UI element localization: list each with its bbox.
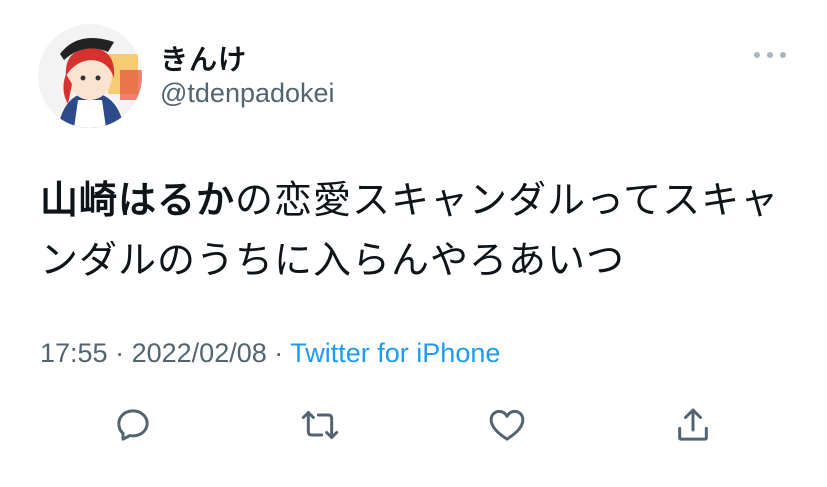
more-dot	[754, 52, 760, 58]
avatar[interactable]	[38, 24, 142, 128]
reply-icon	[117, 409, 149, 441]
like-button[interactable]	[482, 400, 532, 450]
reply-button[interactable]	[108, 400, 158, 450]
retweet-icon	[301, 411, 339, 439]
more-dot	[767, 52, 773, 58]
like-icon	[489, 409, 525, 441]
tweet-text: 山崎はるかの恋愛スキャンダルってスキャンダルのうちに入らんやろあいつ	[40, 170, 800, 290]
more-icon[interactable]	[754, 48, 786, 62]
meta-separator: ·	[115, 338, 125, 368]
meta-separator: ·	[274, 338, 284, 368]
tweet-mention: 山崎はるか	[40, 178, 236, 222]
tweet-date[interactable]: 2022/02/08	[132, 338, 267, 368]
author-handle[interactable]: @tdenpadokei	[160, 78, 335, 109]
share-icon	[678, 408, 708, 441]
tweet-time[interactable]: 17:55	[40, 338, 108, 368]
tweet-actions	[0, 400, 827, 450]
more-dot	[780, 52, 786, 58]
author-display-name[interactable]: きんけ	[160, 38, 247, 78]
tweet-meta: 17:55 · 2022/02/08 · Twitter for iPhone	[40, 338, 500, 369]
share-button[interactable]	[668, 400, 718, 450]
tweet-source-link[interactable]: Twitter for iPhone	[290, 338, 500, 368]
avatar-image	[38, 24, 142, 128]
retweet-button[interactable]	[295, 400, 345, 450]
